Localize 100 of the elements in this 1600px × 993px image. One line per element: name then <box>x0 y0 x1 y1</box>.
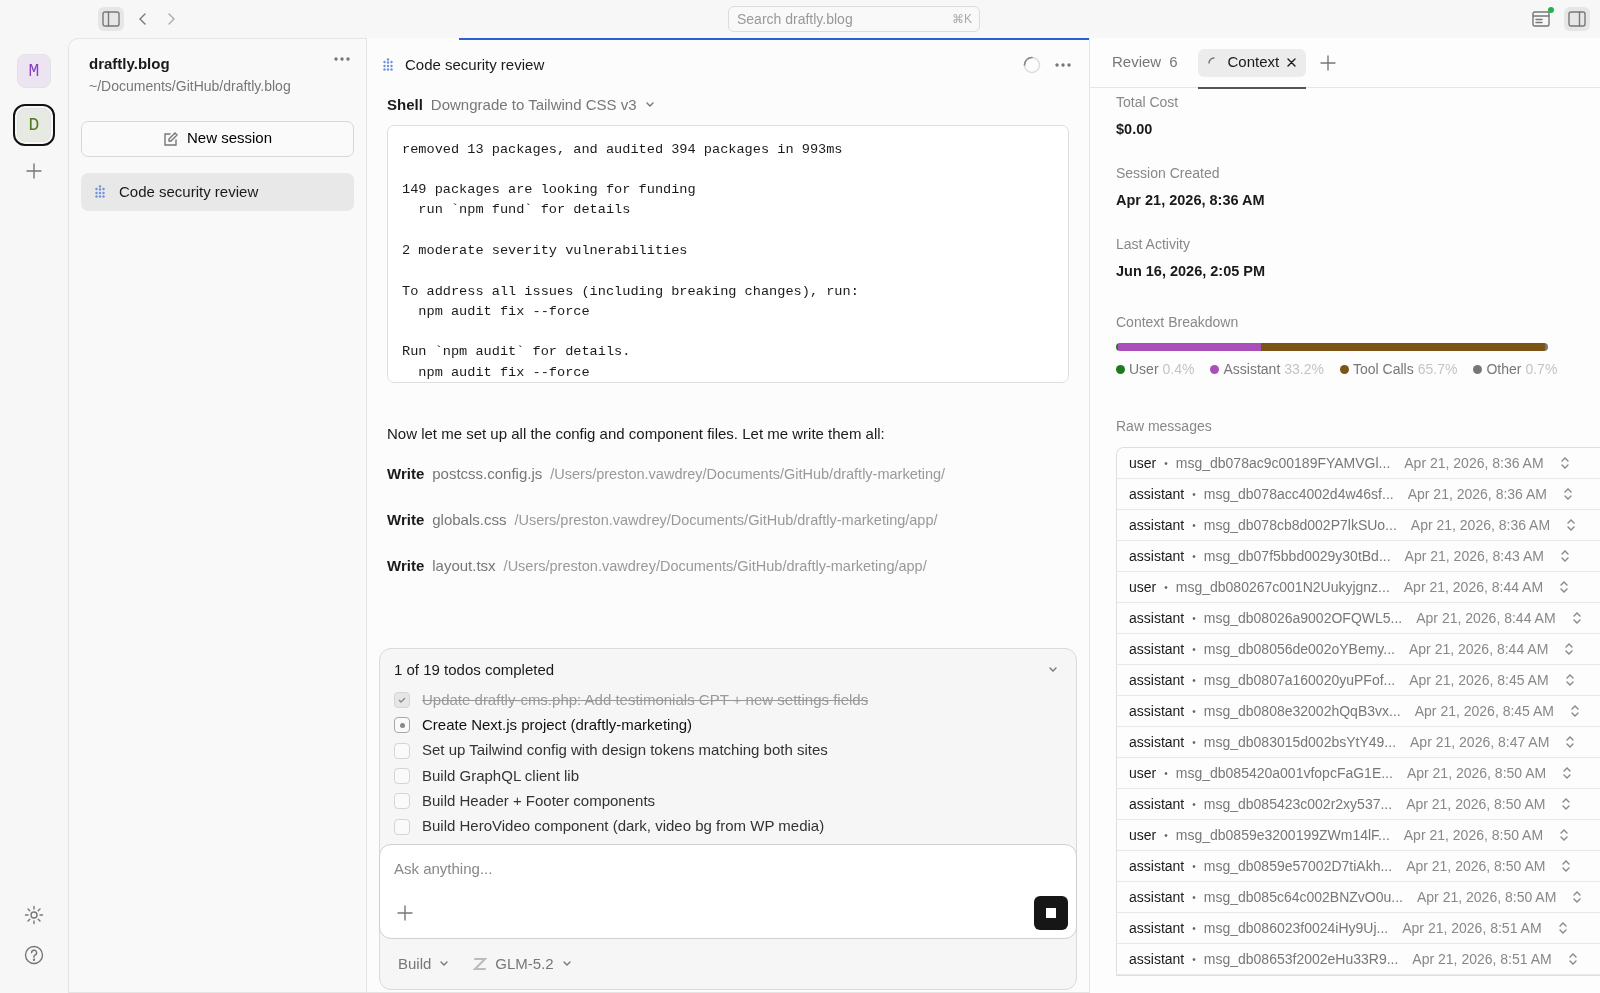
message-id: msg_db080267c001N2Uukyjgnz... <box>1175 577 1390 597</box>
model-dropdown[interactable]: GLM-5.2 <box>469 948 576 979</box>
settings-icon <box>24 905 44 925</box>
separator-dot: • <box>1164 580 1168 595</box>
message-role: assistant <box>1129 918 1185 938</box>
tool-label: Write <box>387 509 425 530</box>
message-time: Apr 21, 2026, 8:50 AM <box>1406 856 1546 876</box>
separator-dot: • <box>1192 487 1196 502</box>
workspace-avatar[interactable]: M <box>17 54 51 88</box>
message-input[interactable]: Ask anything... <box>392 856 1068 881</box>
message-time: Apr 21, 2026, 8:45 AM <box>1414 701 1555 721</box>
legend-label: Other <box>1486 360 1522 380</box>
expand-icon <box>1559 549 1570 564</box>
chevron-down-icon <box>439 959 450 968</box>
field-value: $0.00 <box>1116 120 1154 139</box>
message-id: msg_db086023f0024iHy9Uj... <box>1203 918 1389 938</box>
message-role: assistant <box>1129 887 1185 907</box>
expand-icon <box>1559 456 1570 471</box>
output-line: removed 13 packages, and audited 394 packages in 993ms <box>402 140 844 159</box>
tool-label: Shell <box>387 95 423 115</box>
message-id: msg_db0808e32002hQqB3vx... <box>1203 701 1401 721</box>
message-time: Apr 21, 2026, 8:44 AM <box>1403 577 1544 597</box>
panel-toggle-button[interactable] <box>1564 7 1590 31</box>
expand-icon <box>1565 735 1576 750</box>
command-dropdown[interactable]: Downgrade to Tailwind CSS v3 <box>430 94 655 117</box>
message-time: Apr 21, 2026, 8:50 AM <box>1417 887 1557 907</box>
expand-icon <box>1563 487 1573 502</box>
more-icon <box>1055 63 1071 67</box>
more-icon <box>334 57 350 61</box>
message-time: Apr 21, 2026, 8:43 AM <box>1404 546 1544 566</box>
legend-percent: 65.7% <box>1417 360 1458 380</box>
separator-dot: • <box>1192 859 1196 874</box>
message-time: Apr 21, 2026, 8:50 AM <box>1406 763 1547 783</box>
field-value: Jun 16, 2026, 2:05 PM <box>1116 261 1267 281</box>
help-icon <box>24 945 44 965</box>
message-role: user <box>1129 763 1157 783</box>
message-id: msg_db085c64c002BNZvO0u... <box>1203 887 1403 907</box>
message-id: msg_db078cb8d002P7lkSUo... <box>1203 515 1397 535</box>
model-icon <box>473 956 488 971</box>
legend-percent: 0.4% <box>1162 360 1195 380</box>
message-time: Apr 21, 2026, 8:50 AM <box>1406 794 1546 814</box>
separator-dot: • <box>1164 766 1168 781</box>
separator-dot: • <box>1192 921 1196 936</box>
message-time: Apr 21, 2026, 8:51 AM <box>1412 949 1552 969</box>
message-row[interactable]: user • msg_db078ac9c00189FYAMVGl... Apr 21, 2026, 8:36 AM <box>1117 448 1600 480</box>
separator-dot: • <box>1192 611 1196 626</box>
message-role: assistant <box>1129 794 1185 814</box>
chevron-left-icon <box>138 13 148 25</box>
close-icon[interactable] <box>1287 58 1297 67</box>
output-line: To address all issues (including breaking changes), run: <box>402 282 860 301</box>
field-value: Apr 21, 2026, 8:36 AM <box>1116 190 1266 210</box>
message-role: assistant <box>1129 484 1185 504</box>
legend-label: Tool Calls <box>1353 360 1414 380</box>
todo-checkbox[interactable] <box>394 818 410 835</box>
todo-checkbox[interactable] <box>394 692 410 709</box>
file-path: /Users/preston.vawdrey/Documents/GitHub/draftly-marketing/ <box>550 465 946 484</box>
expand-icon <box>1562 766 1573 781</box>
message-role: assistant <box>1129 856 1185 876</box>
separator-dot: • <box>1192 797 1196 812</box>
expand-icon <box>1564 642 1575 657</box>
todo-checkbox[interactable] <box>394 742 410 759</box>
sidebar-toggle-button[interactable] <box>98 7 124 31</box>
message-id: msg_db08056de002oYBemy... <box>1203 639 1395 659</box>
section-title: Context Breakdown <box>1116 313 1240 333</box>
message-role: assistant <box>1129 732 1185 752</box>
message-id: msg_db078ac9c00189FYAMVGl... <box>1175 453 1391 473</box>
message-time: Apr 21, 2026, 8:51 AM <box>1402 918 1542 938</box>
file-name: layout.tsx <box>432 555 496 576</box>
progress-indicator[interactable] <box>394 717 410 734</box>
plus-icon <box>1320 54 1337 71</box>
expand-icon <box>1559 828 1570 843</box>
todo-text: Build GraphQL client lib <box>422 765 580 786</box>
todo-checkbox[interactable] <box>394 793 410 810</box>
message-id: msg_db08026a9002OFQWL5... <box>1203 608 1403 628</box>
message-id: msg_db07f5bbd0029y30tBd... <box>1203 546 1391 566</box>
message-role: assistant <box>1129 515 1185 535</box>
plus-icon <box>396 903 414 922</box>
stop-icon <box>1046 907 1056 918</box>
separator-dot: • <box>1192 890 1196 905</box>
separator-dot: • <box>1192 642 1196 657</box>
tool-label: Write <box>387 555 425 576</box>
expand-icon <box>1564 673 1575 688</box>
expand-icon <box>1567 952 1578 967</box>
new-session-button[interactable]: New session <box>81 120 354 157</box>
field-label: Session Created <box>1116 163 1221 183</box>
tab-count: 6 <box>1169 52 1178 73</box>
session-item[interactable]: Code security review <box>81 172 354 211</box>
message-role: user <box>1129 453 1157 473</box>
message-time: Apr 21, 2026, 8:36 AM <box>1410 515 1551 535</box>
separator-dot: • <box>1192 952 1196 967</box>
agent-dropdown[interactable]: Build <box>394 948 454 979</box>
output-line: Run `npm audit` for details. <box>402 343 632 362</box>
expand-icon <box>1561 859 1572 874</box>
expand-icon <box>1566 518 1577 533</box>
panel-tab[interactable]: Review 6 <box>1102 48 1188 77</box>
todo-summary: 1 of 19 todos completed <box>394 660 555 680</box>
expand-icon <box>1557 921 1568 936</box>
stop-button[interactable] <box>1034 895 1068 930</box>
todo-checkbox[interactable] <box>394 768 410 785</box>
expand-icon <box>1570 704 1581 719</box>
